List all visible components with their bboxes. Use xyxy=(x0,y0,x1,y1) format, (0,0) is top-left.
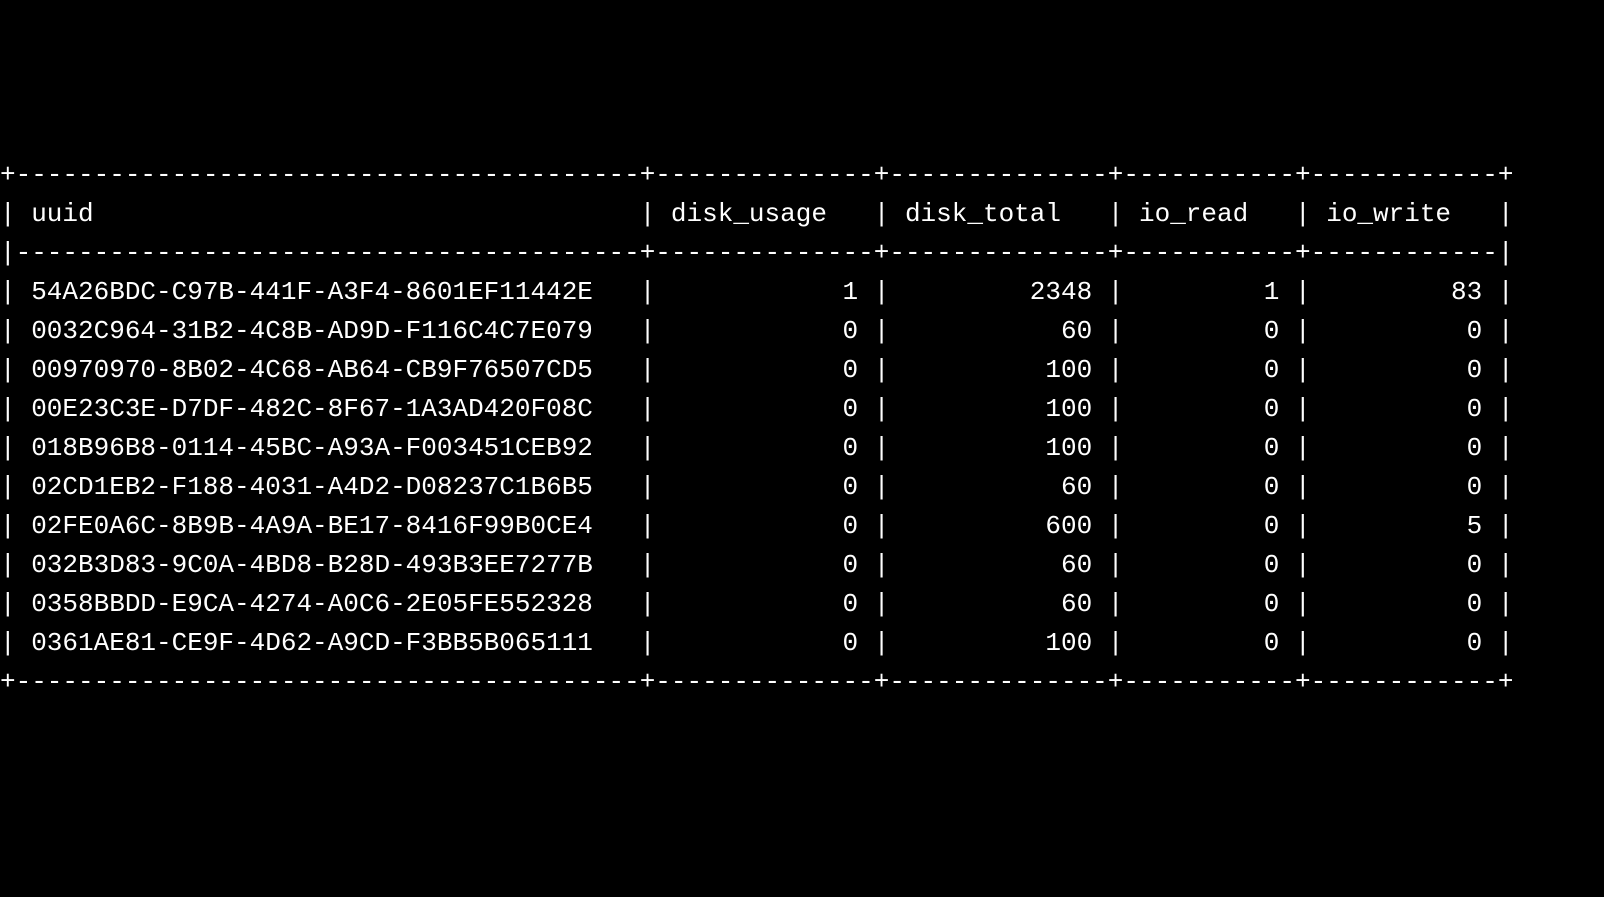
ascii-table: +---------------------------------------… xyxy=(0,156,1604,702)
table-content: +---------------------------------------… xyxy=(0,160,1513,697)
